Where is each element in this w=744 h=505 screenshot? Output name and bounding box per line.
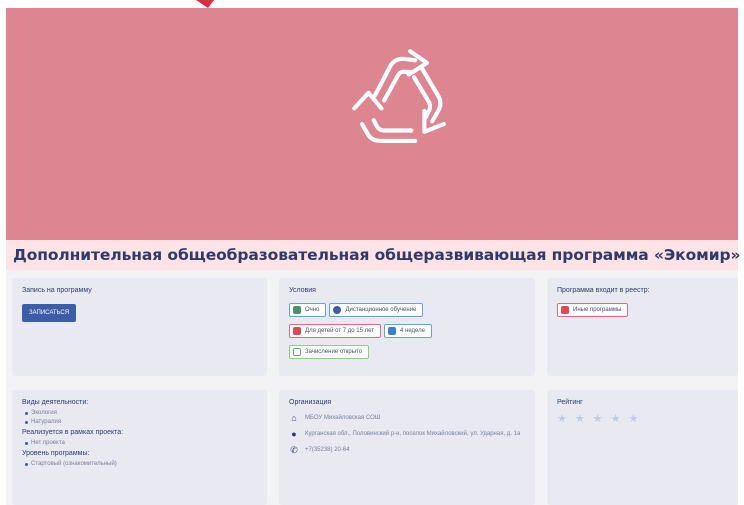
project-list: Нет проекта [22,440,257,446]
organization-address-row: ● Курганская обл., Половинский р-н, посе… [289,430,525,439]
chip-duration: 4 неделе [384,324,433,338]
chip-text: Зачисление открыто [305,349,363,355]
conditions-chips: Очно Дистанционное обучение Для детей от … [289,301,525,364]
chip-text: Для детей от 7 до 15 лет [305,328,375,334]
star-icon[interactable]: ★ [593,412,603,425]
organization-phone[interactable]: +7(35238) 20-64 [305,446,350,455]
calendar-icon [388,327,397,335]
chip-distance: Дистанционное обучение [329,303,424,317]
conditions-card: Условия Очно Дистанционное обучение Для д… [279,278,535,376]
page-title: Дополнительная общеобразовательная общер… [13,246,741,264]
chip-format: Очно [289,303,327,317]
recycle-icon [352,49,446,143]
activities-card: Виды деятельности: Экология Натуралия Ре… [12,390,267,505]
project-title: Реализуется в рамках проекта: [22,429,124,436]
corner-marker-icon [196,0,214,8]
chip-text: Дистанционное обучение [345,307,417,313]
registry-card-title: Программа входит в реестр: [557,287,650,294]
registry-badge: Иные программы [557,303,629,317]
age-icon [293,327,301,335]
enroll-card: Запись на программу записаться [12,278,267,376]
phone-icon: ✆ [290,445,298,455]
organization-title: Организация [289,399,332,406]
organization-phone-row: ✆ +7(35238) 20-64 [289,446,525,455]
organization-name-row: ⌂ МБОУ Михайловская СОШ [289,414,525,423]
star-icon[interactable]: ★ [629,412,639,425]
rating-stars: ★ ★ ★ ★ ★ [557,412,728,425]
registry-badge-text: Иные программы [573,307,622,313]
conditions-card-title: Условия [289,287,316,294]
lock-icon [293,348,301,356]
list-item: Экология [22,410,257,416]
star-icon[interactable]: ★ [557,412,567,425]
chip-text: 4 неделе [400,328,426,334]
registry-card: Программа входит в реестр: Иные программ… [547,278,738,376]
organization-name[interactable]: МБОУ Михайловская СОШ [305,414,380,423]
star-icon[interactable]: ★ [611,412,621,425]
list-item: Натуралия [22,419,257,425]
rating-card: Рейтинг ★ ★ ★ ★ ★ [547,390,738,505]
location-pin-icon: ● [291,429,297,439]
activities-list: Экология Натуралия [22,410,257,425]
chip-enrollment: Зачисление открыто [289,345,370,359]
home-icon: ⌂ [291,413,297,423]
chip-age: Для детей от 7 до 15 лет [289,324,382,338]
program-cover [6,8,738,240]
enroll-card-title: Запись на программу [22,287,92,294]
organization-card: Организация ⌂ МБОУ Михайловская СОШ ● Ку… [279,390,535,505]
distance-icon [333,306,342,314]
chip-text: Очно [305,307,320,313]
registry-icon [561,306,569,314]
levels-title: Уровень программы: [22,450,90,457]
levels-list: Стартовый (ознакомительный) [22,461,257,467]
school-icon [293,306,301,314]
organization-address: Курганская обл., Половинский р-н, посело… [305,431,521,437]
list-item: Стартовый (ознакомительный) [22,461,257,467]
title-bar: Дополнительная общеобразовательная общер… [6,240,741,270]
rating-title: Рейтинг [557,399,583,406]
activities-title: Виды деятельности: [22,399,89,406]
star-icon[interactable]: ★ [575,412,585,425]
enroll-button[interactable]: записаться [22,304,77,322]
list-item: Нет проекта [22,440,257,446]
